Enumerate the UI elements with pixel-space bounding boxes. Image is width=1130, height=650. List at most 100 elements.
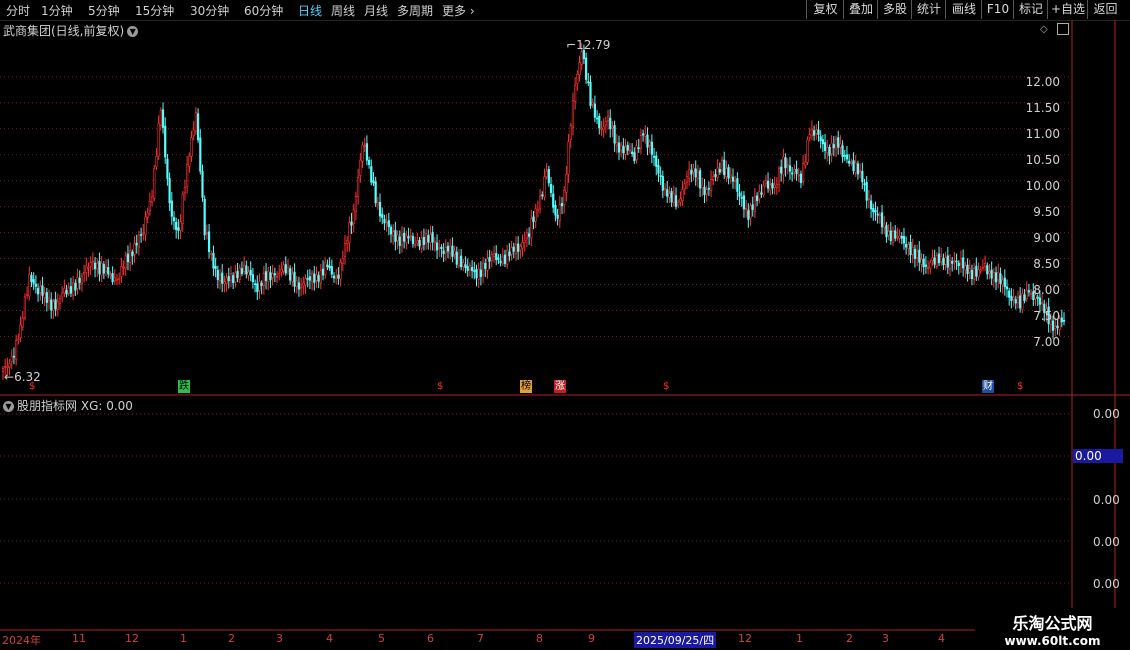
candle-body (986, 265, 989, 275)
candle-body (172, 217, 176, 222)
candle-body (714, 174, 717, 177)
candle-body (435, 242, 439, 251)
candle-body (232, 275, 235, 284)
candle-body (175, 221, 178, 230)
event-dollar[interactable]: $ (436, 380, 444, 393)
candle-body (332, 275, 336, 279)
candle-body (821, 139, 824, 145)
candle-body (841, 145, 844, 158)
candle-body (194, 112, 198, 132)
candle-body (576, 74, 579, 84)
candle-body (615, 142, 618, 146)
candle-body (457, 257, 461, 266)
candle-body (611, 126, 614, 129)
candle-body (749, 205, 752, 219)
candle-body (810, 128, 814, 137)
candle-body (589, 81, 592, 107)
candle-body (58, 298, 62, 304)
candle-body (902, 235, 906, 244)
candle-body (931, 257, 934, 262)
event-dollar[interactable]: $ (28, 380, 36, 393)
candle-body (924, 264, 927, 267)
candle-body (438, 247, 441, 249)
watermark-name: 乐淘公式网 (1012, 614, 1093, 633)
candle-body (718, 169, 721, 173)
candle-body (229, 273, 233, 281)
candle-body (1014, 299, 1017, 304)
candle-body (297, 282, 301, 290)
indicator-tick: 0.00 (1093, 493, 1120, 507)
chevron-down-icon[interactable]: ▼ (3, 401, 14, 412)
candle-body (396, 234, 399, 241)
candle-body (848, 160, 851, 164)
candle-body (977, 269, 980, 278)
candle-body (685, 176, 689, 183)
candle-body (959, 258, 963, 265)
candle-body (284, 264, 287, 274)
candle-body (973, 268, 976, 280)
date-tick: 12 (125, 632, 139, 645)
date-tick: 2 (228, 632, 235, 645)
candle-body (981, 266, 984, 269)
candle-body (872, 208, 875, 213)
candle-body (383, 218, 386, 224)
candle-body (626, 144, 629, 151)
watermark-url: www.60lt.com (1004, 634, 1101, 648)
candle-body (784, 157, 787, 169)
indicator-current-value: 0.00 (1073, 449, 1123, 463)
candle-body (1001, 279, 1004, 286)
event-finance[interactable]: 财 (982, 380, 994, 393)
event-fall[interactable]: 跌 (178, 380, 190, 393)
candle-body (205, 232, 208, 235)
candle-body (416, 240, 419, 244)
date-tick: 7 (477, 632, 484, 645)
candle-body (617, 142, 621, 153)
candle-body (631, 151, 634, 155)
candle-body (808, 134, 811, 139)
candle-body (28, 274, 31, 297)
candle-body (374, 181, 377, 204)
candle-body (36, 287, 40, 295)
candle-body (907, 244, 910, 249)
candle-body (503, 254, 507, 264)
event-rise[interactable]: 涨 (554, 380, 566, 393)
candle-body (420, 237, 423, 249)
candle-body (111, 273, 114, 283)
candle-body (96, 262, 99, 270)
price-tick: 9.50 (1033, 205, 1060, 219)
candle-body (955, 260, 958, 263)
candle-body (918, 249, 921, 263)
candle-body (54, 299, 57, 310)
candle-body (729, 174, 732, 178)
candle-body (330, 266, 333, 275)
candle-body (343, 243, 347, 257)
candle-body (210, 253, 213, 255)
candle-body (100, 262, 103, 276)
candle-body (321, 268, 325, 276)
candle-body (569, 125, 572, 141)
price-tick: 10.00 (1025, 179, 1060, 193)
candle-body (192, 129, 195, 137)
candle-body (843, 155, 846, 157)
candle-body (359, 159, 362, 176)
event-dollar[interactable]: $ (662, 380, 670, 393)
candle-body (799, 173, 803, 184)
date-tick: 4 (938, 632, 945, 645)
candle-body (471, 267, 474, 272)
event-dollar[interactable]: $ (1016, 380, 1024, 393)
candle-body (565, 174, 568, 193)
candle-body (804, 161, 807, 166)
candle-body (869, 200, 873, 210)
candle-body (966, 264, 969, 275)
candle-body (348, 222, 351, 244)
candle-body (122, 266, 125, 269)
candle-body (536, 208, 539, 212)
indicator-title[interactable]: ▼ 股朋指标网 XG: 0.00 (3, 397, 133, 414)
candle-body (635, 145, 638, 160)
candle-body (319, 270, 322, 284)
event-rank[interactable]: 榜 (520, 380, 532, 393)
candle-body (725, 168, 728, 178)
candle-body (61, 292, 64, 298)
candle-body (558, 204, 561, 221)
candle-body (405, 235, 408, 244)
